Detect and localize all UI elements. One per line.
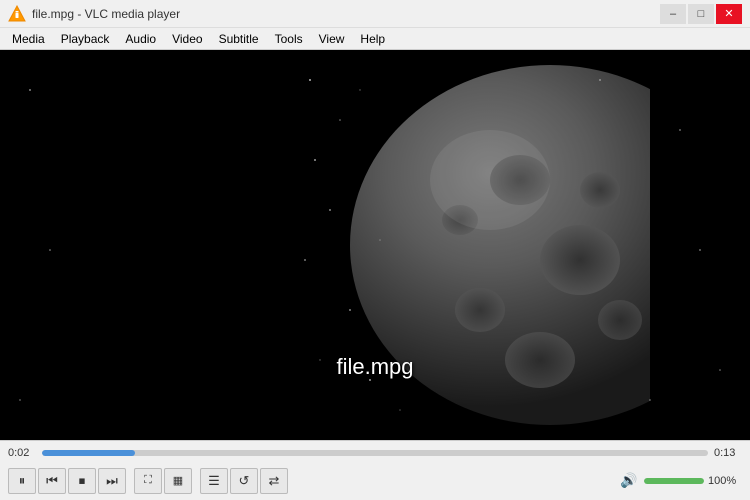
time-current: 0:02: [8, 447, 36, 459]
window-title: file.mpg - VLC media player: [32, 7, 180, 21]
minimize-button[interactable]: –: [660, 4, 686, 24]
video-filename-overlay: file.mpg: [336, 354, 413, 380]
extended-button[interactable]: ▦: [164, 468, 192, 494]
stop-button[interactable]: ⏹: [68, 468, 96, 494]
playlist-button[interactable]: ☰: [200, 468, 228, 494]
next-button[interactable]: ⏭: [98, 468, 126, 494]
menu-video[interactable]: Video: [164, 30, 210, 48]
menu-media[interactable]: Media: [4, 30, 53, 48]
menu-tools[interactable]: Tools: [267, 30, 311, 48]
volume-container: 🔊 100%: [618, 470, 742, 492]
volume-bar-fill: [644, 478, 704, 484]
buttons-row: ⏸ ⏮ ⏹ ⏭ ⛶ ▦ ☰ ↺ ⇄ 🔊 100%: [8, 466, 742, 496]
fullscreen-button[interactable]: ⛶: [134, 468, 162, 494]
maximize-button[interactable]: □: [688, 4, 714, 24]
close-button[interactable]: ✕: [716, 4, 742, 24]
seek-row: 0:02 0:13: [8, 445, 742, 462]
seek-bar-fill: [42, 450, 135, 456]
menu-help[interactable]: Help: [352, 30, 393, 48]
menu-subtitle[interactable]: Subtitle: [211, 30, 267, 48]
menu-bar: Media Playback Audio Video Subtitle Tool…: [0, 28, 750, 50]
controls-bar: 0:02 0:13 ⏸ ⏮ ⏹ ⏭ ⛶ ▦ ☰ ↺ ⇄ 🔊 100%: [0, 440, 750, 500]
time-total: 0:13: [714, 447, 742, 459]
seek-bar[interactable]: [42, 450, 708, 456]
video-content: [0, 50, 750, 440]
video-area: file.mpg: [0, 50, 750, 440]
pause-button[interactable]: ⏸: [8, 468, 36, 494]
title-bar: file.mpg - VLC media player – □ ✕: [0, 0, 750, 28]
title-bar-left: file.mpg - VLC media player: [8, 5, 180, 23]
menu-view[interactable]: View: [311, 30, 353, 48]
loop-button[interactable]: ↺: [230, 468, 258, 494]
volume-percent: 100%: [708, 475, 742, 487]
volume-icon[interactable]: 🔊: [618, 470, 640, 492]
menu-audio[interactable]: Audio: [117, 30, 164, 48]
random-button[interactable]: ⇄: [260, 468, 288, 494]
vlc-logo-icon: [8, 5, 26, 23]
prev-button[interactable]: ⏮: [38, 468, 66, 494]
menu-playback[interactable]: Playback: [53, 30, 118, 48]
window-controls: – □ ✕: [660, 4, 742, 24]
volume-bar[interactable]: [644, 478, 704, 484]
